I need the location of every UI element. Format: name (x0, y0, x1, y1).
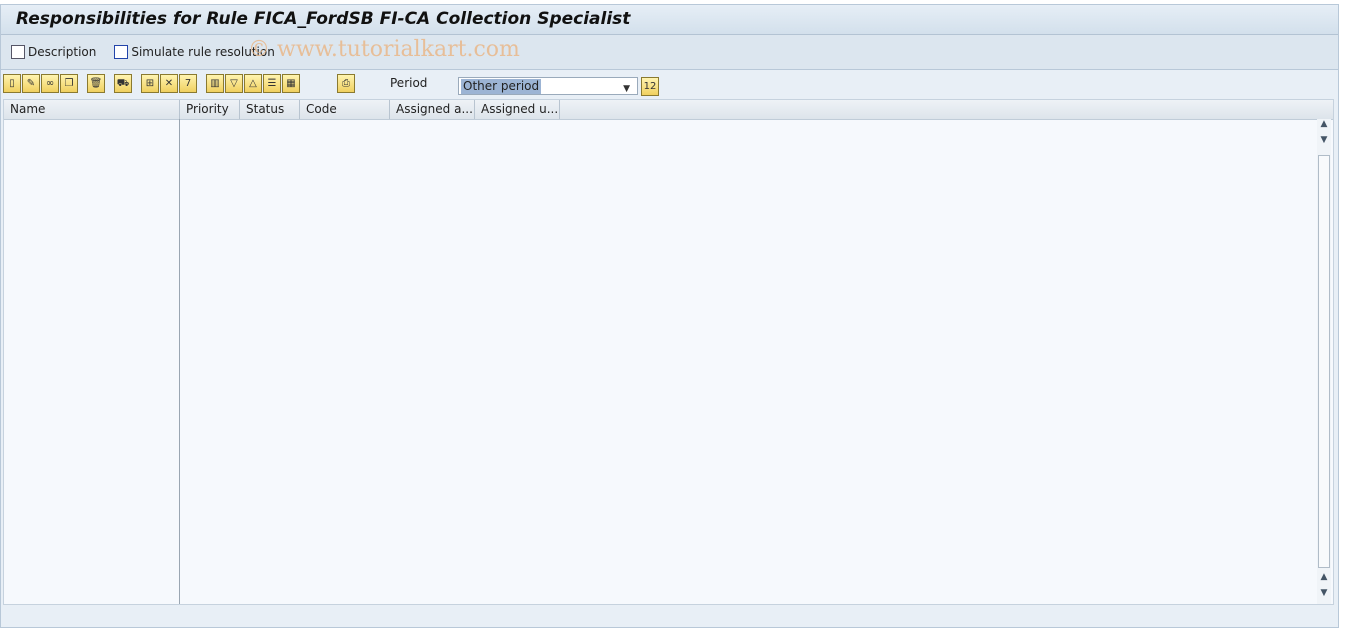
scroll-down-icon[interactable]: ▼ (1317, 588, 1331, 604)
simulate-icon (114, 45, 129, 59)
column-header-code[interactable]: Code (300, 100, 390, 119)
create-icon[interactable]: ▯ (3, 73, 21, 93)
display-icon[interactable]: ∞ (41, 73, 59, 93)
column-header-name[interactable]: Name (4, 100, 180, 119)
chevron-down-icon: ▼ (623, 84, 630, 94)
page-down-icon[interactable]: ▼ (1317, 135, 1331, 151)
delete-icon[interactable]: 🗑 (87, 73, 105, 93)
vertical-scrollbar[interactable]: ▲ ▼ ▲ ▼ (1317, 119, 1331, 604)
watermark: © www.tutorialkart.com (248, 37, 520, 62)
layout-icon[interactable]: ▦ (282, 73, 300, 93)
assign-icon[interactable]: ⊞ (141, 73, 159, 93)
scroll-track[interactable] (1318, 155, 1330, 568)
page-up-icon[interactable]: ▲ (1317, 572, 1331, 588)
remove-assignment-icon[interactable]: ✕ (160, 73, 178, 93)
period-label: Period (390, 76, 428, 90)
grid-toolbar: ▯ ✎ ∞ ❐ 🗑 ⛟ ⊞ ✕ 7 ▥ ▽ △ ☰ ▦ ⎙ (3, 72, 356, 94)
column-header-assigned-u[interactable]: Assigned u... (475, 100, 560, 119)
collapse-all-icon[interactable]: △ (244, 73, 262, 93)
document-icon (11, 45, 25, 59)
calendar-icon[interactable]: 7 (179, 73, 197, 93)
transport-icon[interactable]: ⛟ (114, 73, 132, 93)
period-dropdown[interactable]: Other period ▼ (458, 77, 638, 95)
date-picker-icon[interactable]: 12 (641, 77, 659, 96)
column-divider (179, 119, 180, 604)
description-button[interactable]: Description (11, 45, 96, 59)
page-title: Responsibilities for Rule FICA_FordSB FI… (1, 5, 1338, 35)
scroll-up-icon[interactable]: ▲ (1317, 119, 1331, 135)
responsibilities-tree-grid: Name Priority Status Code Assigned a... … (3, 99, 1334, 605)
edit-icon[interactable]: ✎ (22, 73, 40, 93)
period-value: Other period (461, 79, 542, 94)
print-icon[interactable]: ⎙ (337, 73, 355, 93)
columns-icon[interactable]: ▥ (206, 73, 224, 93)
column-header-status[interactable]: Status (240, 100, 300, 119)
expand-all-icon[interactable]: ▽ (225, 73, 243, 93)
column-header-priority[interactable]: Priority (180, 100, 240, 119)
column-header-assigned-a[interactable]: Assigned a... (390, 100, 475, 119)
details-icon[interactable]: ☰ (263, 73, 281, 93)
application-toolbar: Description Simulate rule resolution (1, 35, 1338, 70)
description-label: Description (28, 45, 97, 59)
copy-icon[interactable]: ❐ (60, 73, 78, 93)
